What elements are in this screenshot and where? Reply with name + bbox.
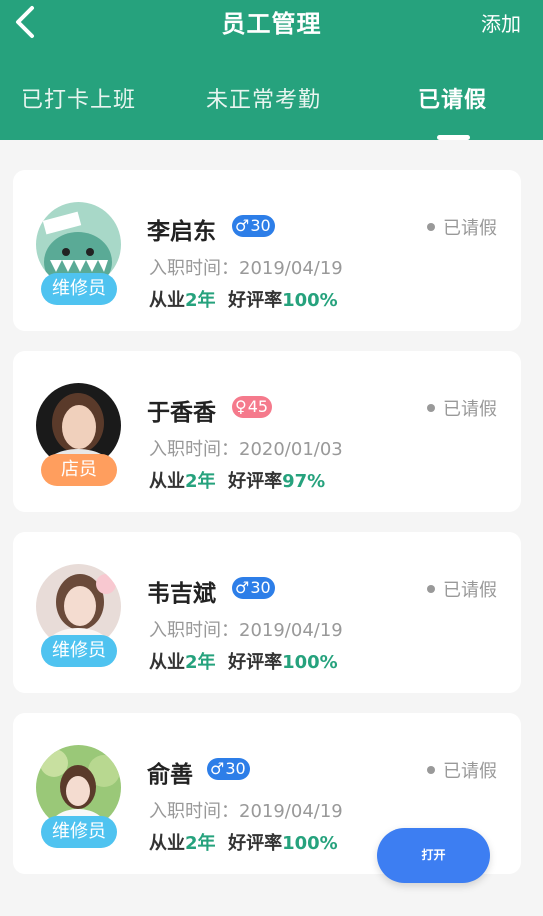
- age-value: 30: [225, 759, 246, 778]
- entry-date: 入职时间：2020/01/03: [149, 439, 343, 460]
- role-badge: 店员: [41, 454, 117, 486]
- employee-name: 俞善: [147, 762, 193, 788]
- employee-card[interactable]: 店员 于香香 ♀ 45 入职时间：2020/01/03 从业2年 好评率97% …: [13, 351, 521, 512]
- employee-card[interactable]: 维修员 李启东 ♂ 30 入职时间：2019/04/19 从业2年 好评率100…: [13, 170, 521, 331]
- tab-clocked-in[interactable]: 已打卡上班: [21, 82, 136, 114]
- status-label: 已请假: [427, 576, 497, 602]
- entry-date: 入职时间：2019/04/19: [149, 620, 343, 641]
- status-label: 已请假: [427, 757, 497, 783]
- age-value: 30: [250, 578, 271, 597]
- employee-stats: 从业2年 好评率100%: [149, 290, 338, 311]
- age-value: 30: [250, 216, 271, 235]
- tab-active-indicator: [437, 135, 470, 140]
- entry-date: 入职时间：2019/04/19: [149, 258, 343, 279]
- gender-age-badge: ♂ 30: [232, 215, 275, 237]
- status-dot-icon: [427, 404, 435, 412]
- entry-date: 入职时间：2019/04/19: [149, 801, 343, 822]
- role-badge: 维修员: [41, 273, 117, 305]
- male-icon: ♂: [235, 216, 250, 235]
- gender-age-badge: ♂ 30: [232, 577, 275, 599]
- open-button[interactable]: 打开: [377, 828, 490, 883]
- employee-name: 李启东: [147, 219, 216, 245]
- role-badge: 维修员: [41, 635, 117, 667]
- status-label: 已请假: [427, 214, 497, 240]
- employee-card[interactable]: 维修员 韦吉斌 ♂ 30 入职时间：2019/04/19 从业2年 好评率100…: [13, 532, 521, 693]
- add-button[interactable]: 添加: [481, 8, 521, 37]
- male-icon: ♂: [210, 759, 225, 778]
- app-header: 员工管理 添加 已打卡上班 未正常考勤 已请假: [0, 0, 543, 140]
- employee-stats: 从业2年 好评率97%: [149, 471, 326, 492]
- tab-bar: 已打卡上班 未正常考勤 已请假: [0, 82, 543, 140]
- age-value: 45: [247, 397, 269, 416]
- male-icon: ♂: [235, 578, 250, 597]
- employee-stats: 从业2年 好评率100%: [149, 833, 338, 854]
- tab-on-leave[interactable]: 已请假: [418, 82, 487, 114]
- status-dot-icon: [427, 585, 435, 593]
- status-dot-icon: [427, 766, 435, 774]
- status-dot-icon: [427, 223, 435, 231]
- gender-age-badge: ♂ 30: [207, 758, 250, 780]
- page-title: 员工管理: [221, 10, 322, 38]
- gender-age-badge: ♀ 45: [232, 396, 273, 418]
- status-label: 已请假: [427, 395, 497, 421]
- employee-stats: 从业2年 好评率100%: [149, 652, 338, 673]
- employee-name: 韦吉斌: [147, 581, 216, 607]
- employee-name: 于香香: [147, 400, 216, 426]
- female-icon: ♀: [235, 397, 247, 416]
- tab-abnormal-attendance[interactable]: 未正常考勤: [206, 82, 321, 114]
- role-badge: 维修员: [41, 816, 117, 848]
